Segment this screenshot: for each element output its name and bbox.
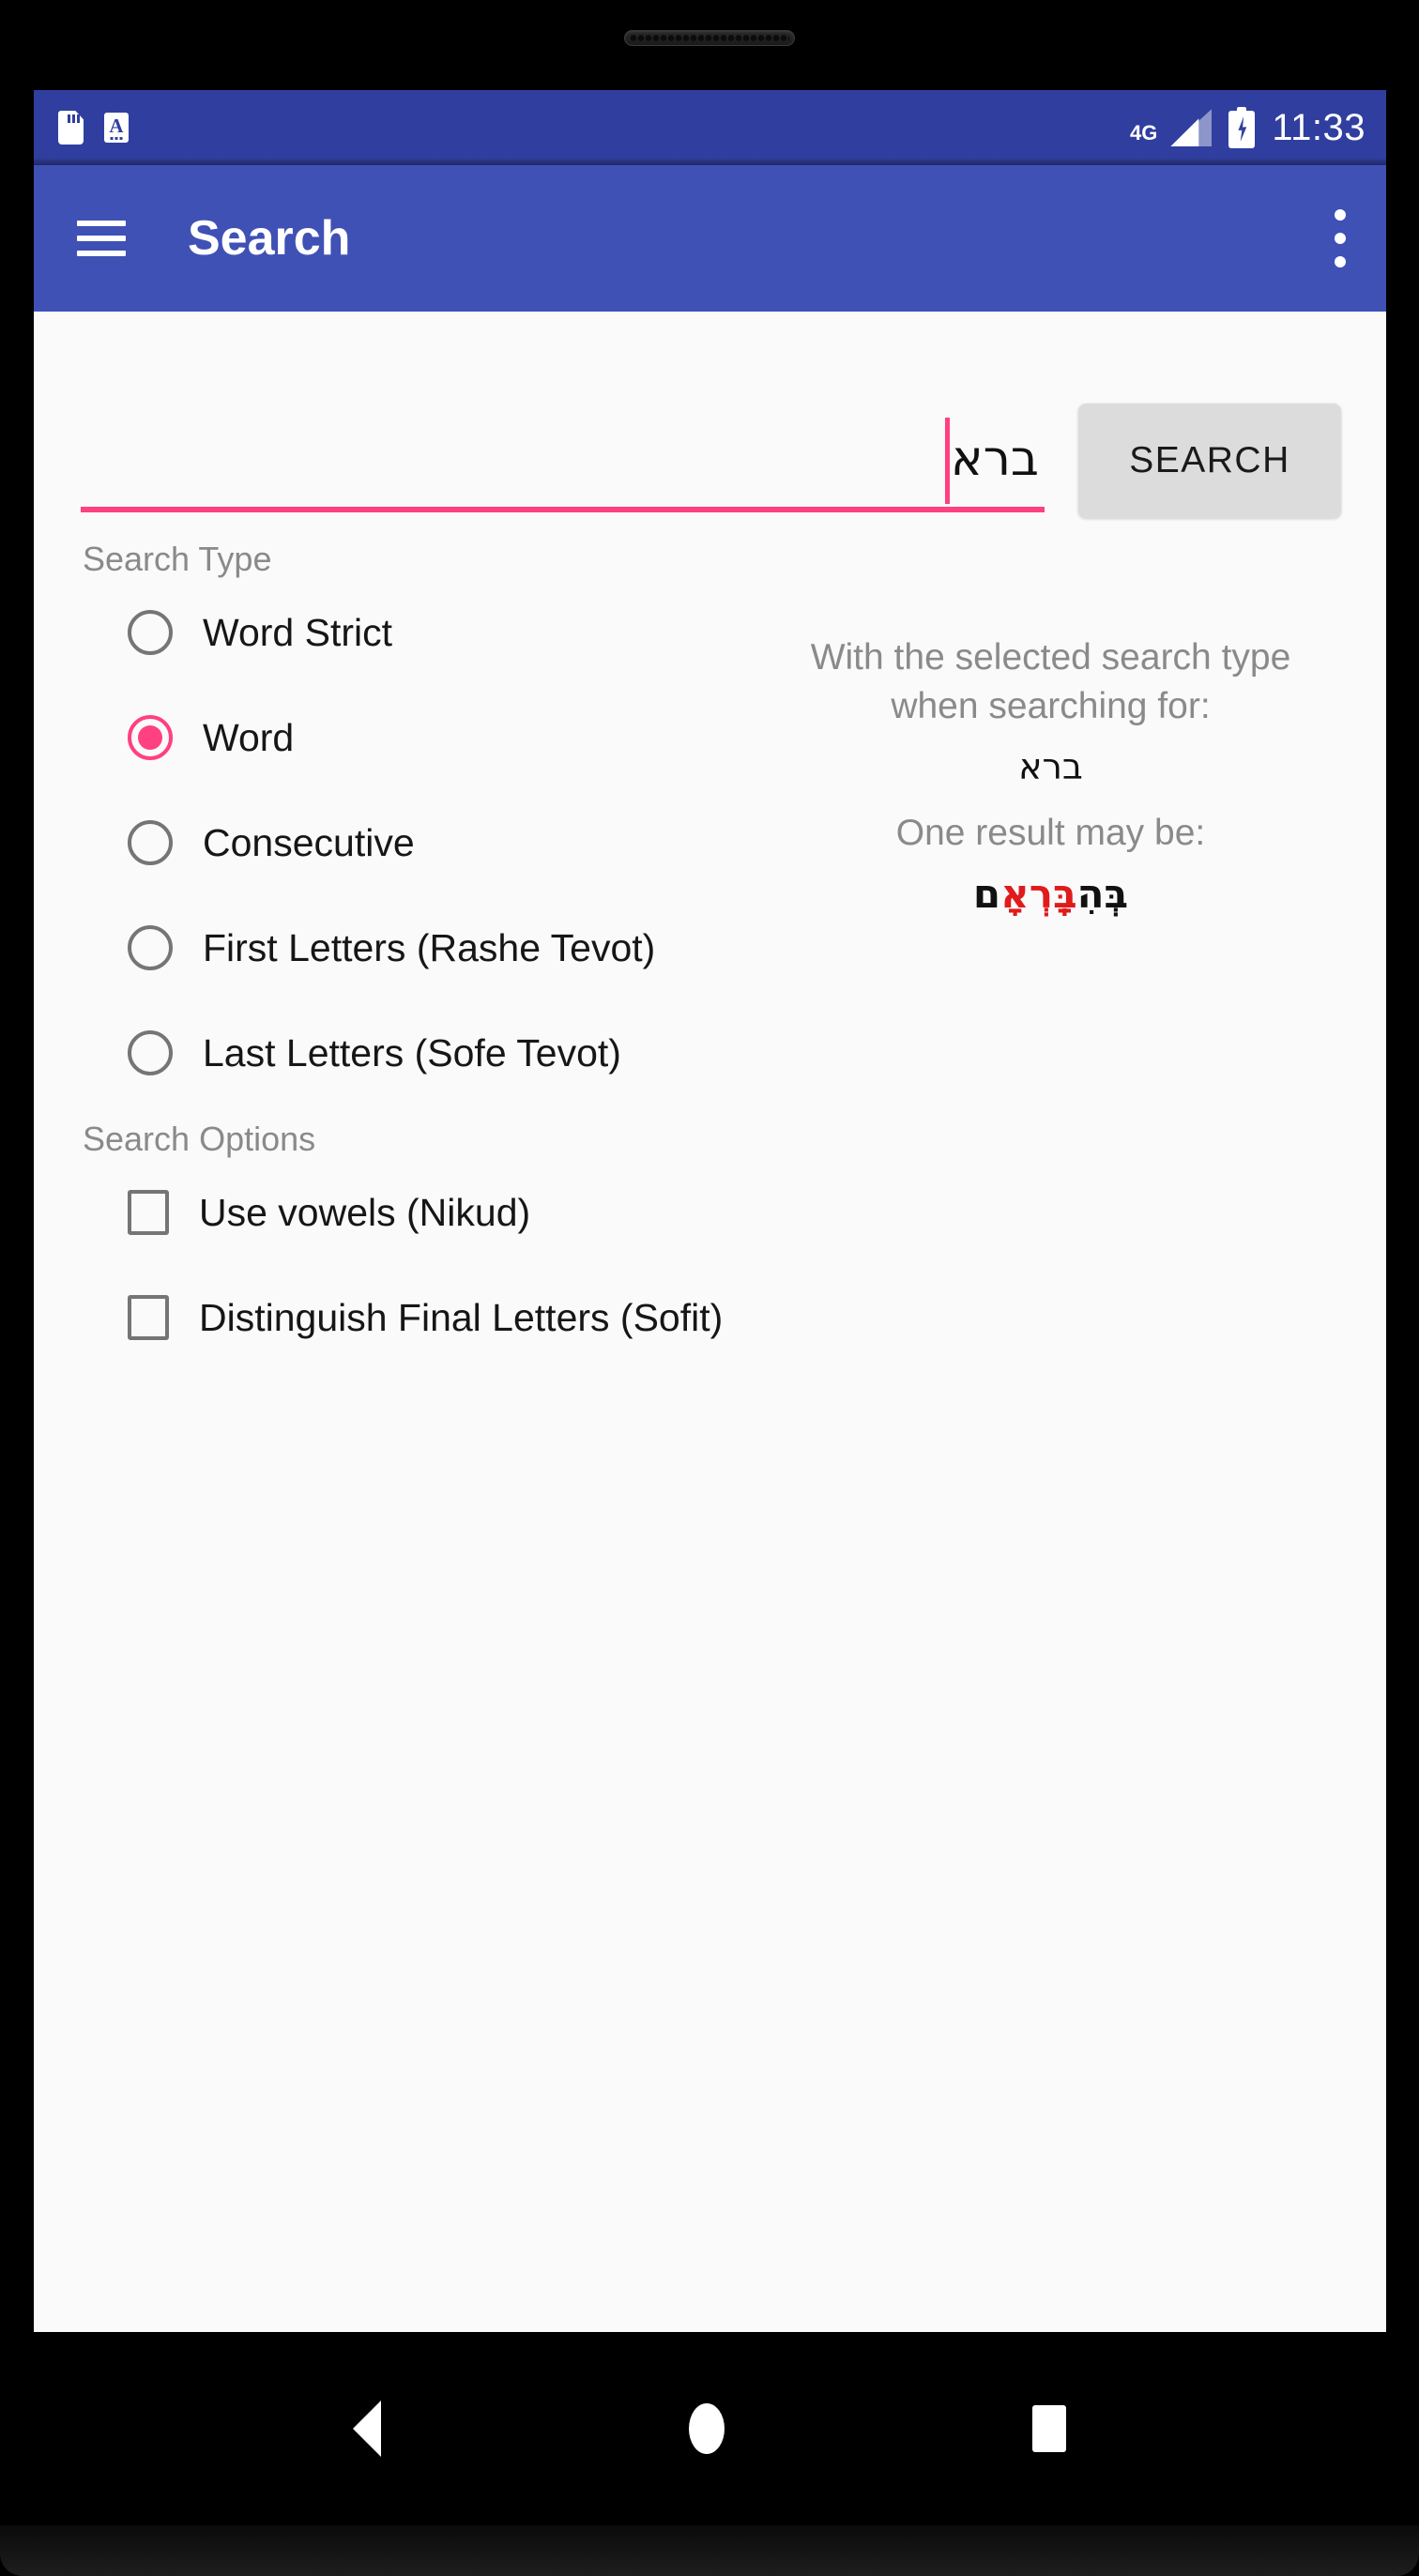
page-title: Search [188, 211, 351, 266]
radio-word[interactable] [128, 715, 173, 760]
info-line-1: With the selected search type [810, 637, 1291, 678]
overflow-dot-2 [1335, 233, 1346, 244]
checkbox-row-use-vowels[interactable]: Use vowels (Nikud) [83, 1160, 747, 1265]
radio-row-last-letters[interactable]: Last Letters (Sofe Tevot) [83, 1000, 747, 1105]
main-content: ברא SEARCH Search Type Word Strict Word … [34, 312, 1386, 2332]
sdcard-icon [58, 111, 84, 145]
radio-first-letters[interactable] [128, 925, 173, 970]
checkbox-label-use-vowels: Use vowels (Nikud) [199, 1190, 531, 1234]
info-result-segment-1: בָּֽרְאָ [1000, 871, 1077, 918]
hamburger-menu-icon[interactable] [77, 221, 126, 256]
hamburger-bar-3 [77, 251, 126, 256]
radio-consecutive[interactable] [128, 820, 173, 865]
radio-row-word-strict[interactable]: Word Strict [83, 580, 747, 685]
search-options-label: Search Options [83, 1120, 316, 1158]
signal-strength-icon [1170, 109, 1213, 146]
radio-label-word-strict: Word Strict [203, 610, 392, 654]
radio-last-letters[interactable] [128, 1030, 173, 1075]
speaker-holes [630, 34, 789, 42]
search-type-label: Search Type [83, 540, 272, 578]
text-caret [944, 418, 950, 504]
status-bar-left-icons: A [58, 111, 129, 145]
home-circle-icon[interactable] [689, 2403, 725, 2454]
info-line-3: One result may be: [895, 813, 1206, 854]
keyboard-icon: A [104, 113, 129, 143]
battery-charging-icon [1228, 107, 1256, 148]
android-navigation-bar [0, 2332, 1419, 2525]
recents-square-icon[interactable] [1032, 2405, 1066, 2452]
device-bottom-chin [0, 2525, 1419, 2576]
info-query-hebrew: ברא [1018, 746, 1083, 788]
status-bar-clock: 11:33 [1272, 107, 1366, 148]
options-column: Search Type Word Strict Word Consecutive [34, 542, 747, 1370]
checkbox-distinguish-final-letters[interactable] [128, 1295, 169, 1340]
search-field-wrapper: ברא [81, 415, 1045, 520]
status-bar-right-icons: 4G 11:33 [1130, 107, 1366, 148]
radio-label-first-letters: First Letters (Rashe Tevot) [203, 925, 656, 969]
radio-row-first-letters[interactable]: First Letters (Rashe Tevot) [83, 895, 747, 1000]
radio-label-word: Word [203, 715, 295, 759]
info-panel: With the selected search type when searc… [747, 542, 1386, 922]
radio-word-strict[interactable] [128, 610, 173, 655]
info-result-segment-0: בְּהִ [1076, 871, 1129, 918]
radio-row-word[interactable]: Word [83, 685, 747, 790]
keyboard-icon-glyph: A [109, 114, 124, 137]
sdcard-icon-pins [68, 114, 81, 123]
back-triangle-icon[interactable] [353, 2401, 381, 2457]
info-result-segment-2: ם [972, 871, 1001, 918]
checkbox-use-vowels[interactable] [128, 1190, 169, 1235]
overflow-menu-icon[interactable] [1335, 209, 1352, 267]
keyboard-icon-dots [110, 137, 123, 140]
hamburger-bar-1 [77, 221, 126, 226]
search-input[interactable]: ברא [81, 415, 1045, 512]
info-line-2: when searching for: [891, 686, 1211, 727]
hamburger-bar-2 [77, 236, 126, 241]
info-result-hebrew: בְּהִבָּֽרְאָם [756, 868, 1345, 922]
search-row: ברא SEARCH [34, 312, 1386, 520]
app-bar: Search [34, 165, 1386, 319]
checkbox-row-distinguish-final-letters[interactable]: Distinguish Final Letters (Sofit) [83, 1265, 747, 1370]
speaker-grille [624, 30, 795, 46]
search-input-value: ברא [950, 431, 1039, 487]
overflow-dot-3 [1335, 256, 1346, 267]
radio-label-consecutive: Consecutive [203, 820, 415, 864]
overflow-dot-1 [1335, 209, 1346, 221]
phone-screen: A 4G 11:33 Search ברא SEARCH Search Type… [34, 90, 1386, 2332]
search-button[interactable]: SEARCH [1078, 404, 1341, 518]
phone-device: A 4G 11:33 Search ברא SEARCH Search Type… [0, 0, 1419, 2576]
radio-label-last-letters: Last Letters (Sofe Tevot) [203, 1030, 621, 1075]
options-and-info: Search Type Word Strict Word Consecutive [34, 520, 1386, 1370]
network-type-label: 4G [1130, 121, 1158, 145]
checkbox-label-distinguish-final-letters: Distinguish Final Letters (Sofit) [199, 1295, 724, 1339]
radio-row-consecutive[interactable]: Consecutive [83, 790, 747, 895]
status-bar: A 4G 11:33 [34, 90, 1386, 165]
